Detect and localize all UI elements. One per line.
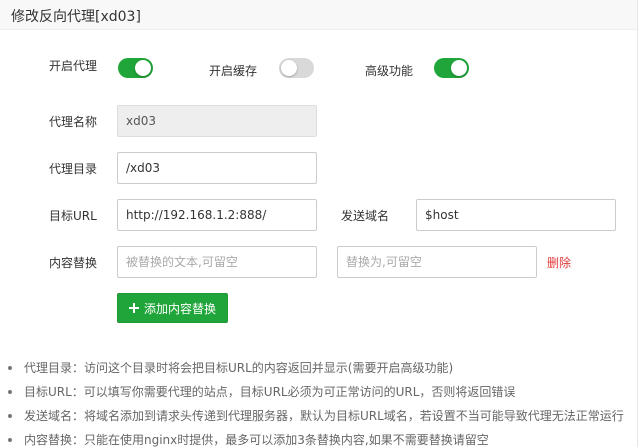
advanced-enable-label: 高级功能 <box>365 64 414 78</box>
send-domain-field[interactable] <box>416 199 616 231</box>
bullet-icon <box>8 390 12 394</box>
advanced-enable-toggle[interactable] <box>434 58 469 78</box>
add-content-replace-label: 添加内容替换 <box>143 301 216 316</box>
proxy-dir-label: 代理目录 <box>49 162 98 176</box>
proxy-enable-toggle[interactable] <box>118 58 153 78</box>
proxy-enable-label: 开启代理 <box>49 59 98 73</box>
toggle-knob <box>451 60 467 76</box>
tip-item: 内容替换：只能在使用nginx时提供，最多可以添加3条替换内容,如果不需要替换请… <box>8 432 638 447</box>
proxy-dir-field[interactable] <box>117 152 317 184</box>
tip-item: 代理目录：访问这个目录时将会把目标URL的内容返回并显示(需要开启高级功能) <box>8 360 638 384</box>
target-url-label: 目标URL <box>49 209 97 223</box>
proxy-name-field <box>117 105 317 137</box>
replace-to-field[interactable] <box>337 246 537 278</box>
bullet-icon <box>8 414 12 418</box>
proxy-name-label: 代理名称 <box>49 115 98 129</box>
cache-enable-toggle[interactable] <box>279 58 314 78</box>
toggle-knob <box>281 60 297 76</box>
add-content-replace-button[interactable]: 添加内容替换 <box>117 293 228 323</box>
bullet-icon <box>8 366 12 370</box>
help-tips-list: 代理目录：访问这个目录时将会把目标URL的内容返回并显示(需要开启高级功能) 目… <box>8 360 638 447</box>
dialog-title: 修改反向代理[xd03] <box>11 9 141 25</box>
dialog-header: 修改反向代理[xd03] <box>0 0 638 30</box>
toggle-knob <box>135 60 151 76</box>
tip-item: 发送域名：将域名添加到请求头传递到代理服务器，默认为目标URL域名，若设置不当可… <box>8 408 638 432</box>
send-domain-label: 发送域名 <box>341 209 390 223</box>
replace-from-field[interactable] <box>117 246 317 278</box>
plus-icon <box>128 303 139 313</box>
cache-enable-label: 开启缓存 <box>209 64 258 78</box>
tip-item: 目标URL：可以填写你需要代理的站点，目标URL必须为可正常访问的URL，否则将… <box>8 384 638 408</box>
delete-replace-link[interactable]: 删除 <box>547 254 571 271</box>
target-url-field[interactable] <box>117 199 317 231</box>
content-replace-label: 内容替换 <box>49 256 98 270</box>
bullet-icon <box>8 438 12 442</box>
